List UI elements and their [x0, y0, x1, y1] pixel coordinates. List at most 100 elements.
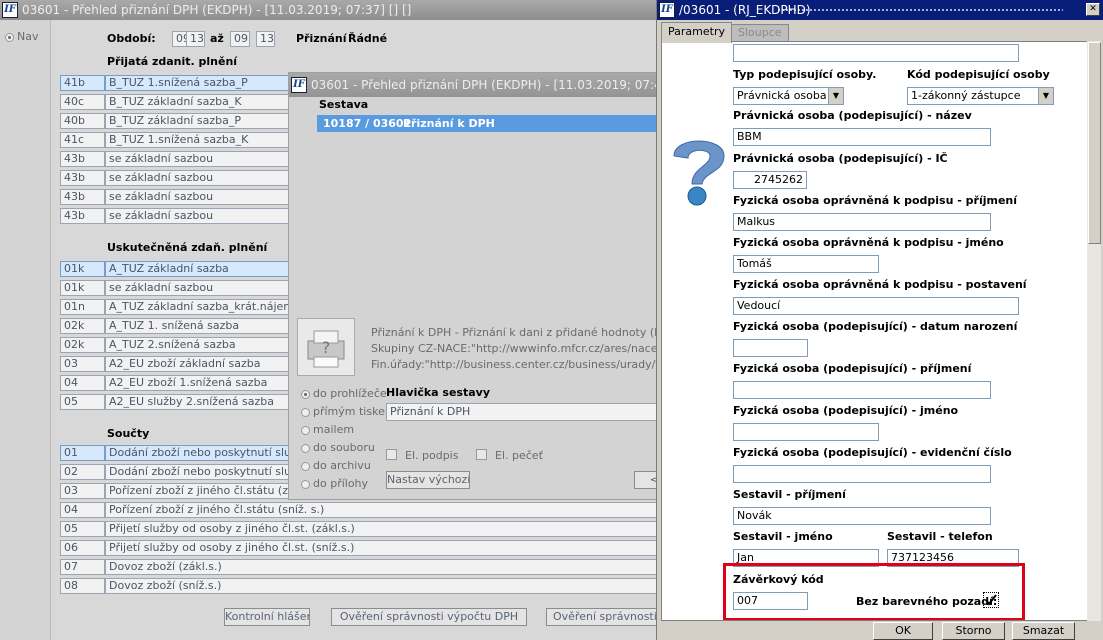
app-logo-icon: IF	[291, 77, 307, 93]
row-code[interactable]: 40c	[60, 94, 105, 110]
params-dialog: IF /03601 - (RJ_EKDPHD) ✕ Parametry Slou…	[656, 0, 1103, 640]
row-code[interactable]: 02k	[60, 337, 105, 353]
kod-select[interactable]: 1-zákonný zástupce ▼	[907, 87, 1054, 105]
kod-select-value: 1-zákonný zástupce	[911, 89, 1021, 102]
row-code[interactable]: 03	[60, 483, 105, 499]
row-code[interactable]: 04	[60, 375, 105, 391]
fp-jmeno-input[interactable]	[733, 423, 879, 441]
info-line-3: Fin.úřady:"http://business.center.cz/bus…	[371, 358, 659, 371]
row-text[interactable]: Pořízení zboží z jiného čl.státu (sníž. …	[105, 502, 660, 518]
kontrolni-hlaseni-button[interactable]: Kontrolní hlášení	[224, 608, 310, 626]
pr-nazev-input[interactable]: BBM	[733, 128, 991, 146]
fp-prijmeni-input[interactable]	[733, 381, 991, 399]
row-code[interactable]: 02k	[60, 318, 105, 334]
row-code[interactable]: 05	[60, 521, 105, 537]
scroll-thumb[interactable]	[1088, 42, 1101, 244]
radio-prilohy-label: do přílohy	[313, 477, 369, 490]
tab-sloupce[interactable]: Sloupce	[731, 24, 789, 41]
info-line-2: Skupiny CZ-NACE:"http://wwwinfo.mfcr.cz/…	[371, 342, 660, 355]
el-podpis-checkbox[interactable]	[386, 449, 397, 460]
fo-jmeno-input[interactable]: Tomáš	[733, 255, 879, 273]
fo-postaveni-label: Fyzická osoba oprávněná k podpisu - post…	[733, 278, 1027, 291]
sestava-name: Přiznání k DPH	[403, 117, 495, 130]
row-code[interactable]: 43b	[60, 170, 105, 186]
overview-title: 03601 - Přehled přiznání DPH (EKDPH) - […	[22, 3, 412, 17]
pr-ic-input[interactable]: 2745262	[733, 171, 807, 189]
row-code[interactable]: 04	[60, 502, 105, 518]
row-text[interactable]: Dovoz zboží (sníž.s.)	[105, 578, 660, 594]
checkmark-icon	[985, 594, 997, 606]
row-code[interactable]: 03	[60, 356, 105, 372]
radio-prilohy[interactable]	[301, 480, 310, 489]
kod-label: Kód podepisující osoby	[907, 68, 1050, 81]
fp-datum-input[interactable]	[733, 339, 808, 357]
row-code[interactable]: 41c	[60, 132, 105, 148]
row-code[interactable]: 43b	[60, 208, 105, 224]
tab-parametry[interactable]: Parametry	[661, 22, 732, 43]
radio-tiskem[interactable]	[301, 408, 310, 417]
zaverkovy-input[interactable]: 007	[733, 592, 808, 610]
sestava-label: Sestava	[319, 98, 369, 111]
row-code[interactable]: 08	[60, 578, 105, 594]
smazat-button[interactable]: Smazat	[1012, 622, 1075, 640]
svg-text:?: ?	[322, 338, 331, 357]
overview-titlebar[interactable]: IF 03601 - Přehled přiznání DPH (EKDPH) …	[0, 0, 660, 20]
storno-button[interactable]: Storno	[942, 622, 1005, 640]
overeni-sazeb-button[interactable]: Ověření správnosti sa	[546, 608, 658, 626]
fp-prijmeni-label: Fyzická osoba (podepisující) - příjmení	[733, 362, 972, 375]
row-code[interactable]: 02	[60, 464, 105, 480]
row-code[interactable]: 05	[60, 394, 105, 410]
row-code[interactable]: 40b	[60, 113, 105, 129]
row-code[interactable]: 01k	[60, 261, 105, 277]
dialog-titlebar[interactable]: IF /03601 - (RJ_EKDPHD) ✕	[657, 0, 1103, 20]
row-code[interactable]: 06	[60, 540, 105, 556]
hlavicka-input[interactable]: Přiznání k DPH	[386, 403, 659, 421]
row-code[interactable]: 43b	[60, 189, 105, 205]
to-year-field[interactable]: 13	[256, 31, 275, 47]
fp-evid-input[interactable]	[733, 465, 991, 483]
row-code[interactable]: 01k	[60, 280, 105, 296]
app-logo-icon: IF	[2, 2, 18, 18]
priznani-label: Přiznání	[296, 32, 347, 45]
ok-button[interactable]: OK	[873, 622, 933, 640]
row-code[interactable]: 41b	[60, 75, 105, 91]
to-month-field[interactable]: 09	[230, 31, 250, 47]
radio-prohlizece[interactable]	[301, 390, 310, 399]
top-field[interactable]	[733, 44, 1019, 62]
el-pecet-label: El. pečeť	[495, 449, 543, 462]
fo-postaveni-input[interactable]: Vedoucí	[733, 297, 1019, 315]
typ-select-value: Právnická osoba	[737, 89, 827, 102]
close-icon[interactable]: ✕	[1086, 3, 1100, 16]
row-text[interactable]: Přijetí služby od osoby z jiného čl.st. …	[105, 521, 660, 537]
sest-tel-label: Sestavil - telefon	[887, 530, 993, 543]
row-text[interactable]: Přijetí služby od osoby z jiného čl.st. …	[105, 540, 660, 556]
nav-radio[interactable]	[5, 33, 14, 42]
el-pecet-checkbox[interactable]	[476, 449, 487, 460]
typ-label: Typ podepisující osoby.	[733, 68, 877, 81]
typ-select[interactable]: Právnická osoba ▼	[733, 87, 844, 105]
bez-pozadi-checkbox[interactable]	[983, 592, 999, 608]
fo-prijmeni-label: Fyzická osoba oprávněná k podpisu - příj…	[733, 194, 1018, 207]
row-code[interactable]: 07	[60, 559, 105, 575]
pr-nazev-label: Právnická osoba (podepisující) - název	[733, 109, 972, 122]
overeni-vypoctu-button[interactable]: Ověření správnosti výpočtu DPH	[331, 608, 527, 626]
row-code[interactable]: 01	[60, 445, 105, 461]
radio-archivu[interactable]	[301, 462, 310, 471]
sestava-titlebar[interactable]: IF 03601 - Přehled přiznání DPH (EKDPH) …	[289, 73, 659, 97]
fo-jmeno-label: Fyzická osoba oprávněná k podpisu - jmén…	[733, 236, 1004, 249]
sest-prijmeni-input[interactable]: Novák	[733, 507, 991, 525]
sest-prijmeni-label: Sestavil - příjmení	[733, 488, 846, 501]
row-code[interactable]: 01n	[60, 299, 105, 315]
sest-jmeno-label: Sestavil - jméno	[733, 530, 833, 543]
params-panel: Typ podepisující osoby. Kód podepisující…	[661, 41, 1091, 621]
row-text[interactable]: Dovoz zboží (zákl.s.)	[105, 559, 660, 575]
nastav-vychozi-button[interactable]: Nastav výchozí	[386, 471, 470, 489]
row-code[interactable]: 43b	[60, 151, 105, 167]
radio-souboru[interactable]	[301, 444, 310, 453]
sestava-row-selected[interactable]: 10187 / 03601 Přiznání k DPH	[317, 115, 659, 132]
fo-prijmeni-input[interactable]: Malkus	[733, 213, 991, 231]
params-scrollbar[interactable]	[1087, 41, 1101, 621]
radio-mailem[interactable]	[301, 426, 310, 435]
section-soucty: Součty	[107, 427, 150, 440]
from-year-field[interactable]: 13	[186, 31, 205, 47]
